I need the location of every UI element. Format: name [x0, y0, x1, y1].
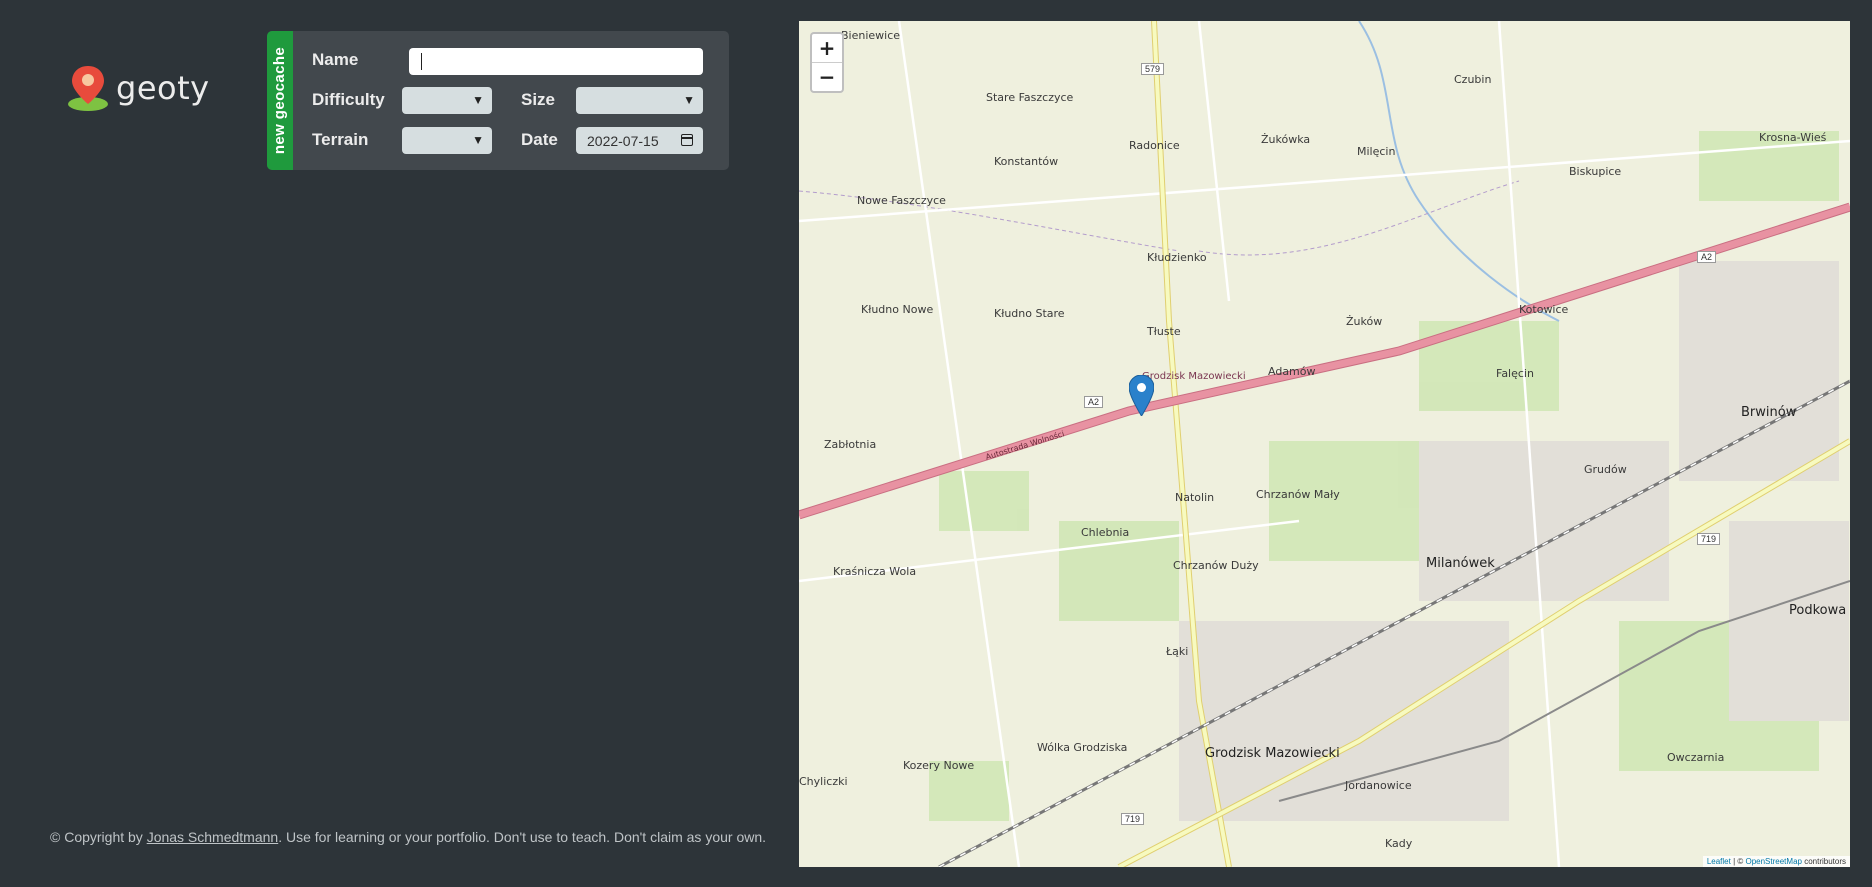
map-label: Owczarnia: [1667, 751, 1725, 764]
map-label: Krosna-Wieś: [1759, 131, 1827, 144]
map-label: Kady: [1385, 837, 1413, 850]
map-label: Biskupice: [1569, 165, 1622, 178]
copyright-footer: © Copyright by Jonas Schmedtmann. Use fo…: [50, 829, 766, 845]
map-label: Radonice: [1129, 139, 1180, 152]
copyright-suffix: . Use for learning or your portfolio. Do…: [278, 829, 767, 845]
road-shield: A2: [1084, 396, 1104, 408]
calendar-icon[interactable]: [681, 134, 693, 146]
size-label: Size: [521, 90, 556, 109]
terrain-select[interactable]: ▼: [402, 127, 492, 154]
name-input[interactable]: [409, 48, 703, 75]
map-label: Wólka Grodziska: [1037, 741, 1128, 754]
map-label: Czubin: [1454, 73, 1492, 86]
road-shield: 719: [1697, 533, 1721, 545]
map-label: Grudów: [1584, 463, 1627, 476]
difficulty-label: Difficulty: [312, 90, 385, 109]
map[interactable]: Bieniewice Stare Faszczyce Radonice Żukó…: [799, 21, 1850, 867]
name-label: Name: [312, 50, 359, 69]
map-label: Milanówek: [1426, 556, 1495, 571]
map-label: Chlebnia: [1081, 526, 1130, 539]
date-value: 2022-07-15: [587, 133, 659, 149]
map-label: Adamów: [1268, 365, 1316, 378]
map-label: Żukówka: [1261, 133, 1311, 146]
author-link[interactable]: Jonas Schmedtmann: [147, 829, 279, 845]
map-label: Chrzanów Duży: [1173, 559, 1259, 572]
map-label: Jordanowice: [1345, 779, 1412, 792]
map-attribution: Leaflet | © OpenStreetMap contributors: [1702, 856, 1850, 867]
date-input[interactable]: 2022-07-15: [576, 127, 703, 154]
map-label: Kłudno Nowe: [861, 303, 934, 316]
map-label: Chyliczki: [799, 775, 848, 788]
chevron-down-icon: ▼: [683, 93, 695, 107]
attribution-separator: | ©: [1730, 857, 1746, 866]
size-select[interactable]: ▼: [576, 87, 703, 114]
leaflet-link[interactable]: Leaflet: [1707, 857, 1731, 866]
zoom-out-button[interactable]: −: [812, 62, 842, 91]
date-label: Date: [521, 130, 558, 149]
map-label: Natolin: [1175, 491, 1215, 504]
map-label: Konstantów: [994, 155, 1059, 168]
map-label: Kłudno Stare: [994, 307, 1065, 320]
map-label: Kraśnicza Wola: [833, 565, 917, 578]
new-geocache-form: new geocache Name Difficulty ▼ Size ▼ Te…: [267, 31, 729, 170]
difficulty-select[interactable]: ▼: [402, 87, 492, 114]
logo-text: geoty: [116, 69, 210, 107]
map-label: Kotowice: [1519, 303, 1569, 316]
map-label: Chrzanów Mały: [1256, 488, 1340, 501]
map-label: Brwinów: [1741, 405, 1797, 420]
form-tab-label: new geocache: [271, 46, 289, 155]
map-label: Falęcin: [1496, 367, 1534, 380]
form-tab: new geocache: [267, 31, 293, 170]
map-label: Podkowa: [1789, 603, 1847, 618]
zoom-in-button[interactable]: +: [812, 34, 842, 62]
map-label: Tłuste: [1147, 325, 1181, 338]
terrain-label: Terrain: [312, 130, 369, 149]
map-label: Bieniewice: [841, 29, 901, 42]
logo: geoty: [66, 64, 210, 112]
map-label: Grodzisk Mazowiecki: [1205, 746, 1340, 761]
map-label: Kozery Nowe: [903, 759, 975, 772]
road-shield: A2: [1697, 251, 1717, 263]
map-label: Łąki: [1166, 645, 1189, 658]
map-label: Kłudzienko: [1147, 251, 1207, 264]
map-label: Nowe Faszczyce: [857, 194, 946, 207]
location-marker-icon[interactable]: [1129, 375, 1154, 416]
map-label: Zabłotnia: [824, 438, 877, 451]
map-label: Żuków: [1346, 315, 1383, 328]
road-shield: 719: [1121, 813, 1145, 825]
map-label: Stare Faszczyce: [986, 91, 1074, 104]
map-label: Grodzisk Mazowiecki: [1142, 371, 1246, 382]
map-pin-logo-icon: [68, 66, 108, 111]
openstreetmap-link[interactable]: OpenStreetMap: [1745, 857, 1801, 866]
map-tiles: [799, 21, 1850, 867]
map-label: Milęcin: [1357, 145, 1396, 158]
text-caret: [421, 53, 422, 70]
copyright-prefix: © Copyright by: [50, 829, 147, 845]
zoom-control: + −: [810, 32, 844, 93]
attribution-suffix: contributors: [1801, 857, 1846, 866]
road-shield: 579: [1141, 63, 1165, 75]
chevron-down-icon: ▼: [472, 133, 484, 147]
chevron-down-icon: ▼: [472, 93, 484, 107]
